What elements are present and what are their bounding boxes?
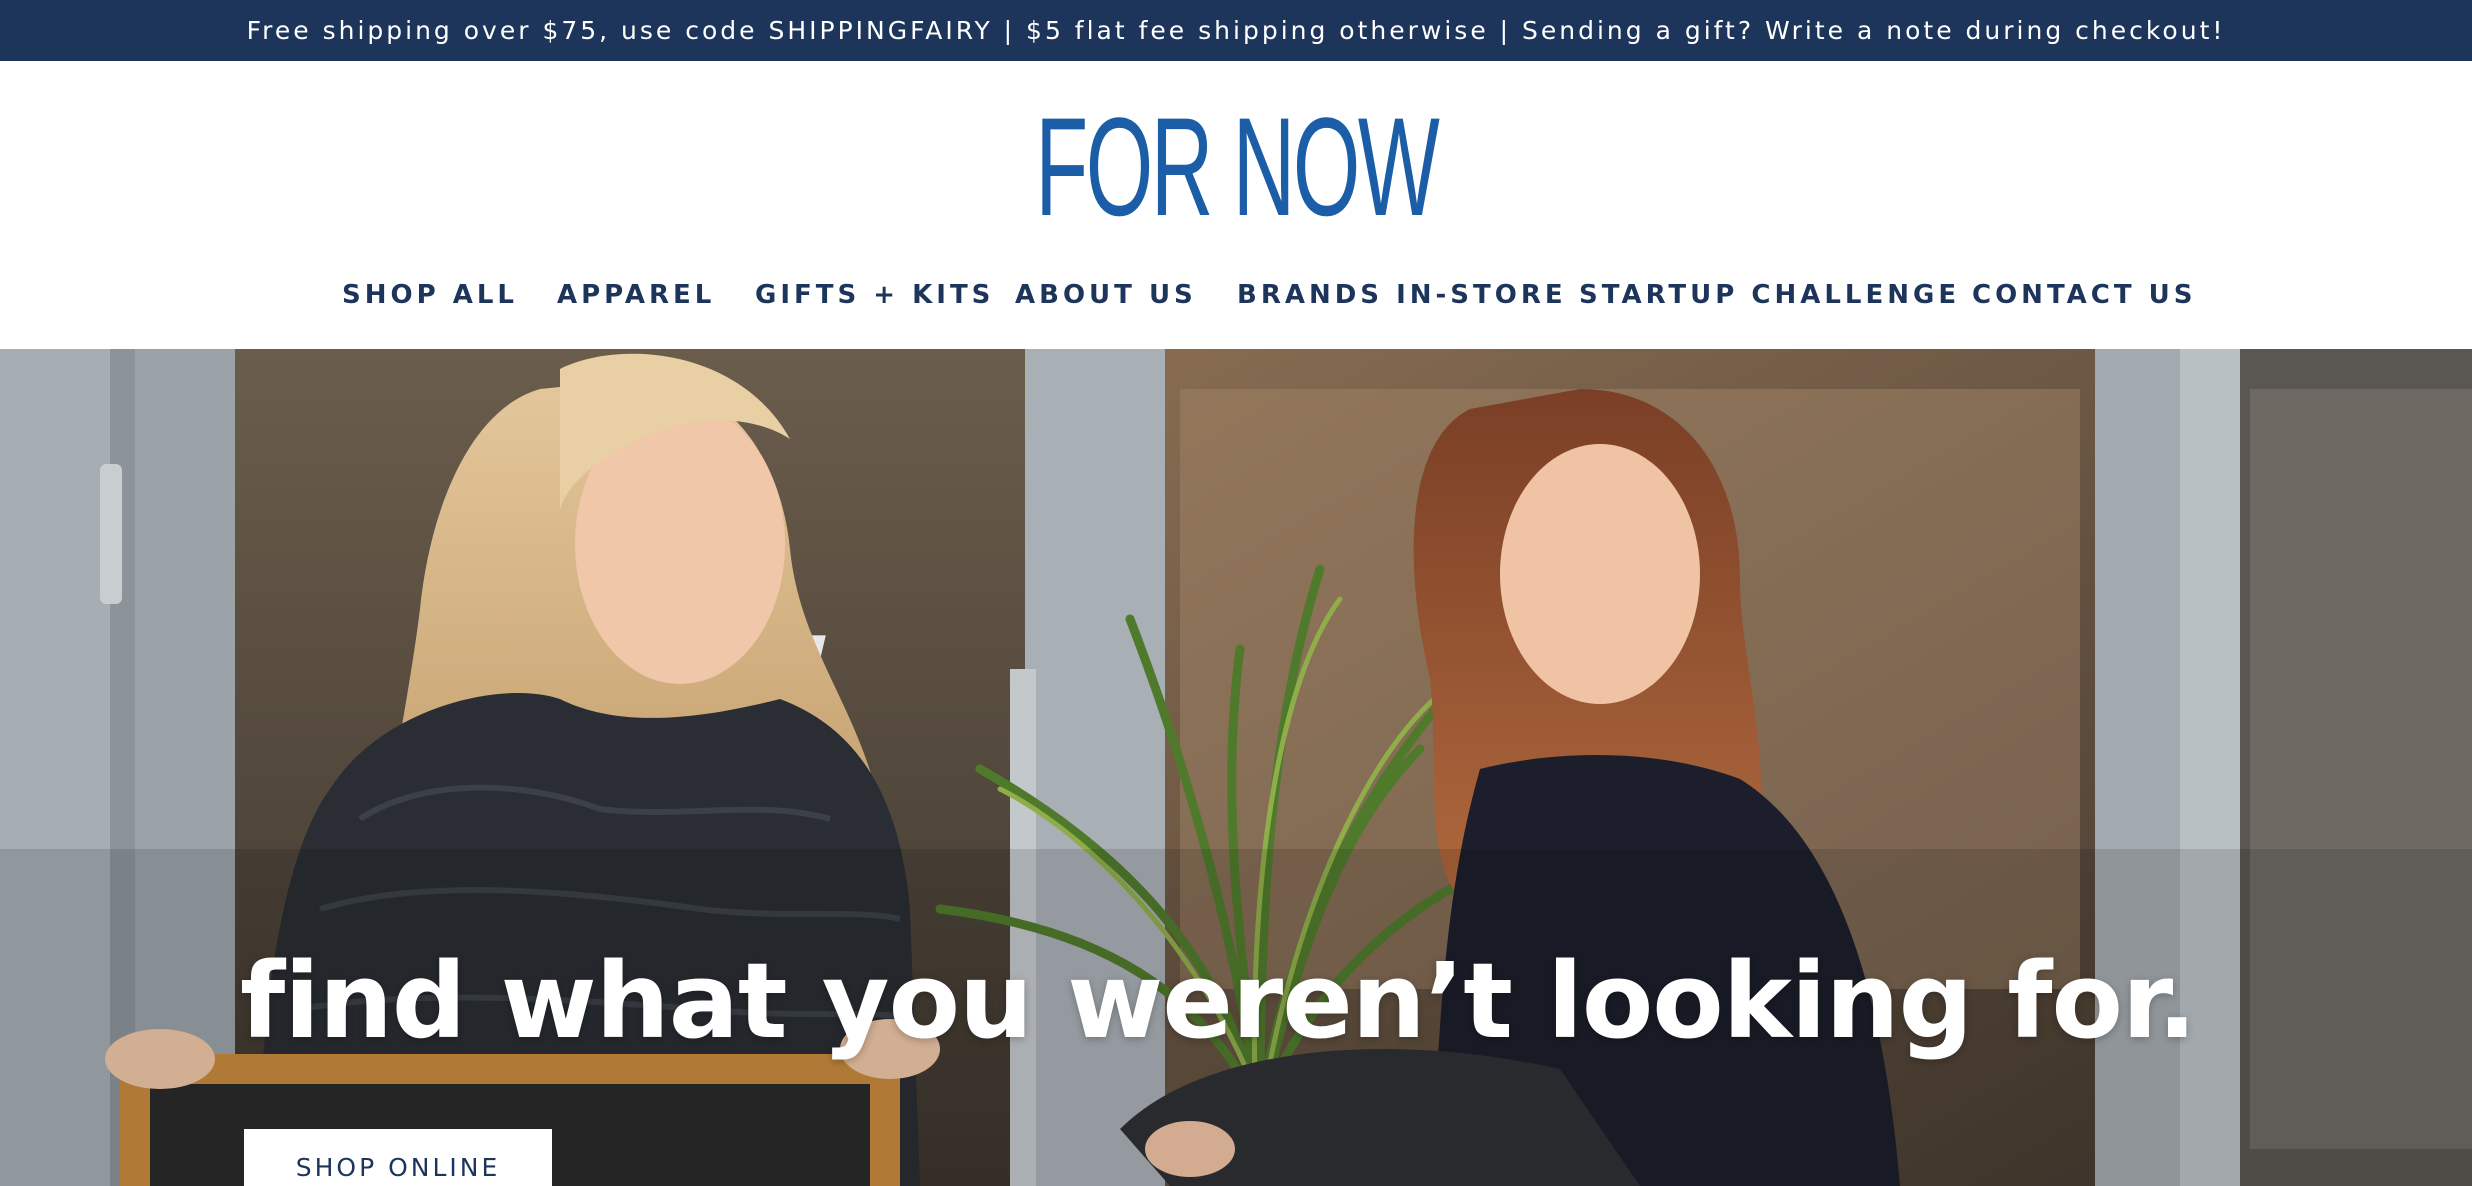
logo-text: FOR NOW <box>1034 88 1440 245</box>
hero-banner: W <box>0 349 2472 1186</box>
site-header: FOR NOW SHOP ALL APPAREL GIFTS + KITS AB… <box>0 61 2472 349</box>
shop-online-button[interactable]: SHOP ONLINE <box>244 1129 552 1186</box>
nav-gifts-kits[interactable]: GIFTS + KITS <box>755 265 994 325</box>
nav-apparel[interactable]: APPAREL <box>557 265 715 325</box>
nav-startup-challenge[interactable]: STARTUP CHALLENGE <box>1579 265 1960 325</box>
announcement-text: Free shipping over $75, use code SHIPPIN… <box>246 16 2226 45</box>
site-logo[interactable]: FOR NOW <box>0 97 2472 237</box>
nav-shop-all[interactable]: SHOP ALL <box>342 265 518 325</box>
nav-about-us[interactable]: ABOUT US <box>1015 265 1197 325</box>
announcement-bar: Free shipping over $75, use code SHIPPIN… <box>0 0 2472 61</box>
nav-brands-in-store[interactable]: BRANDS IN-STORE <box>1237 265 1567 325</box>
main-nav: SHOP ALL APPAREL GIFTS + KITS ABOUT US B… <box>0 265 2472 325</box>
hero-tagline: find what you weren’t looking for. <box>240 940 2197 1062</box>
nav-contact-us[interactable]: CONTACT US <box>1972 265 2197 325</box>
